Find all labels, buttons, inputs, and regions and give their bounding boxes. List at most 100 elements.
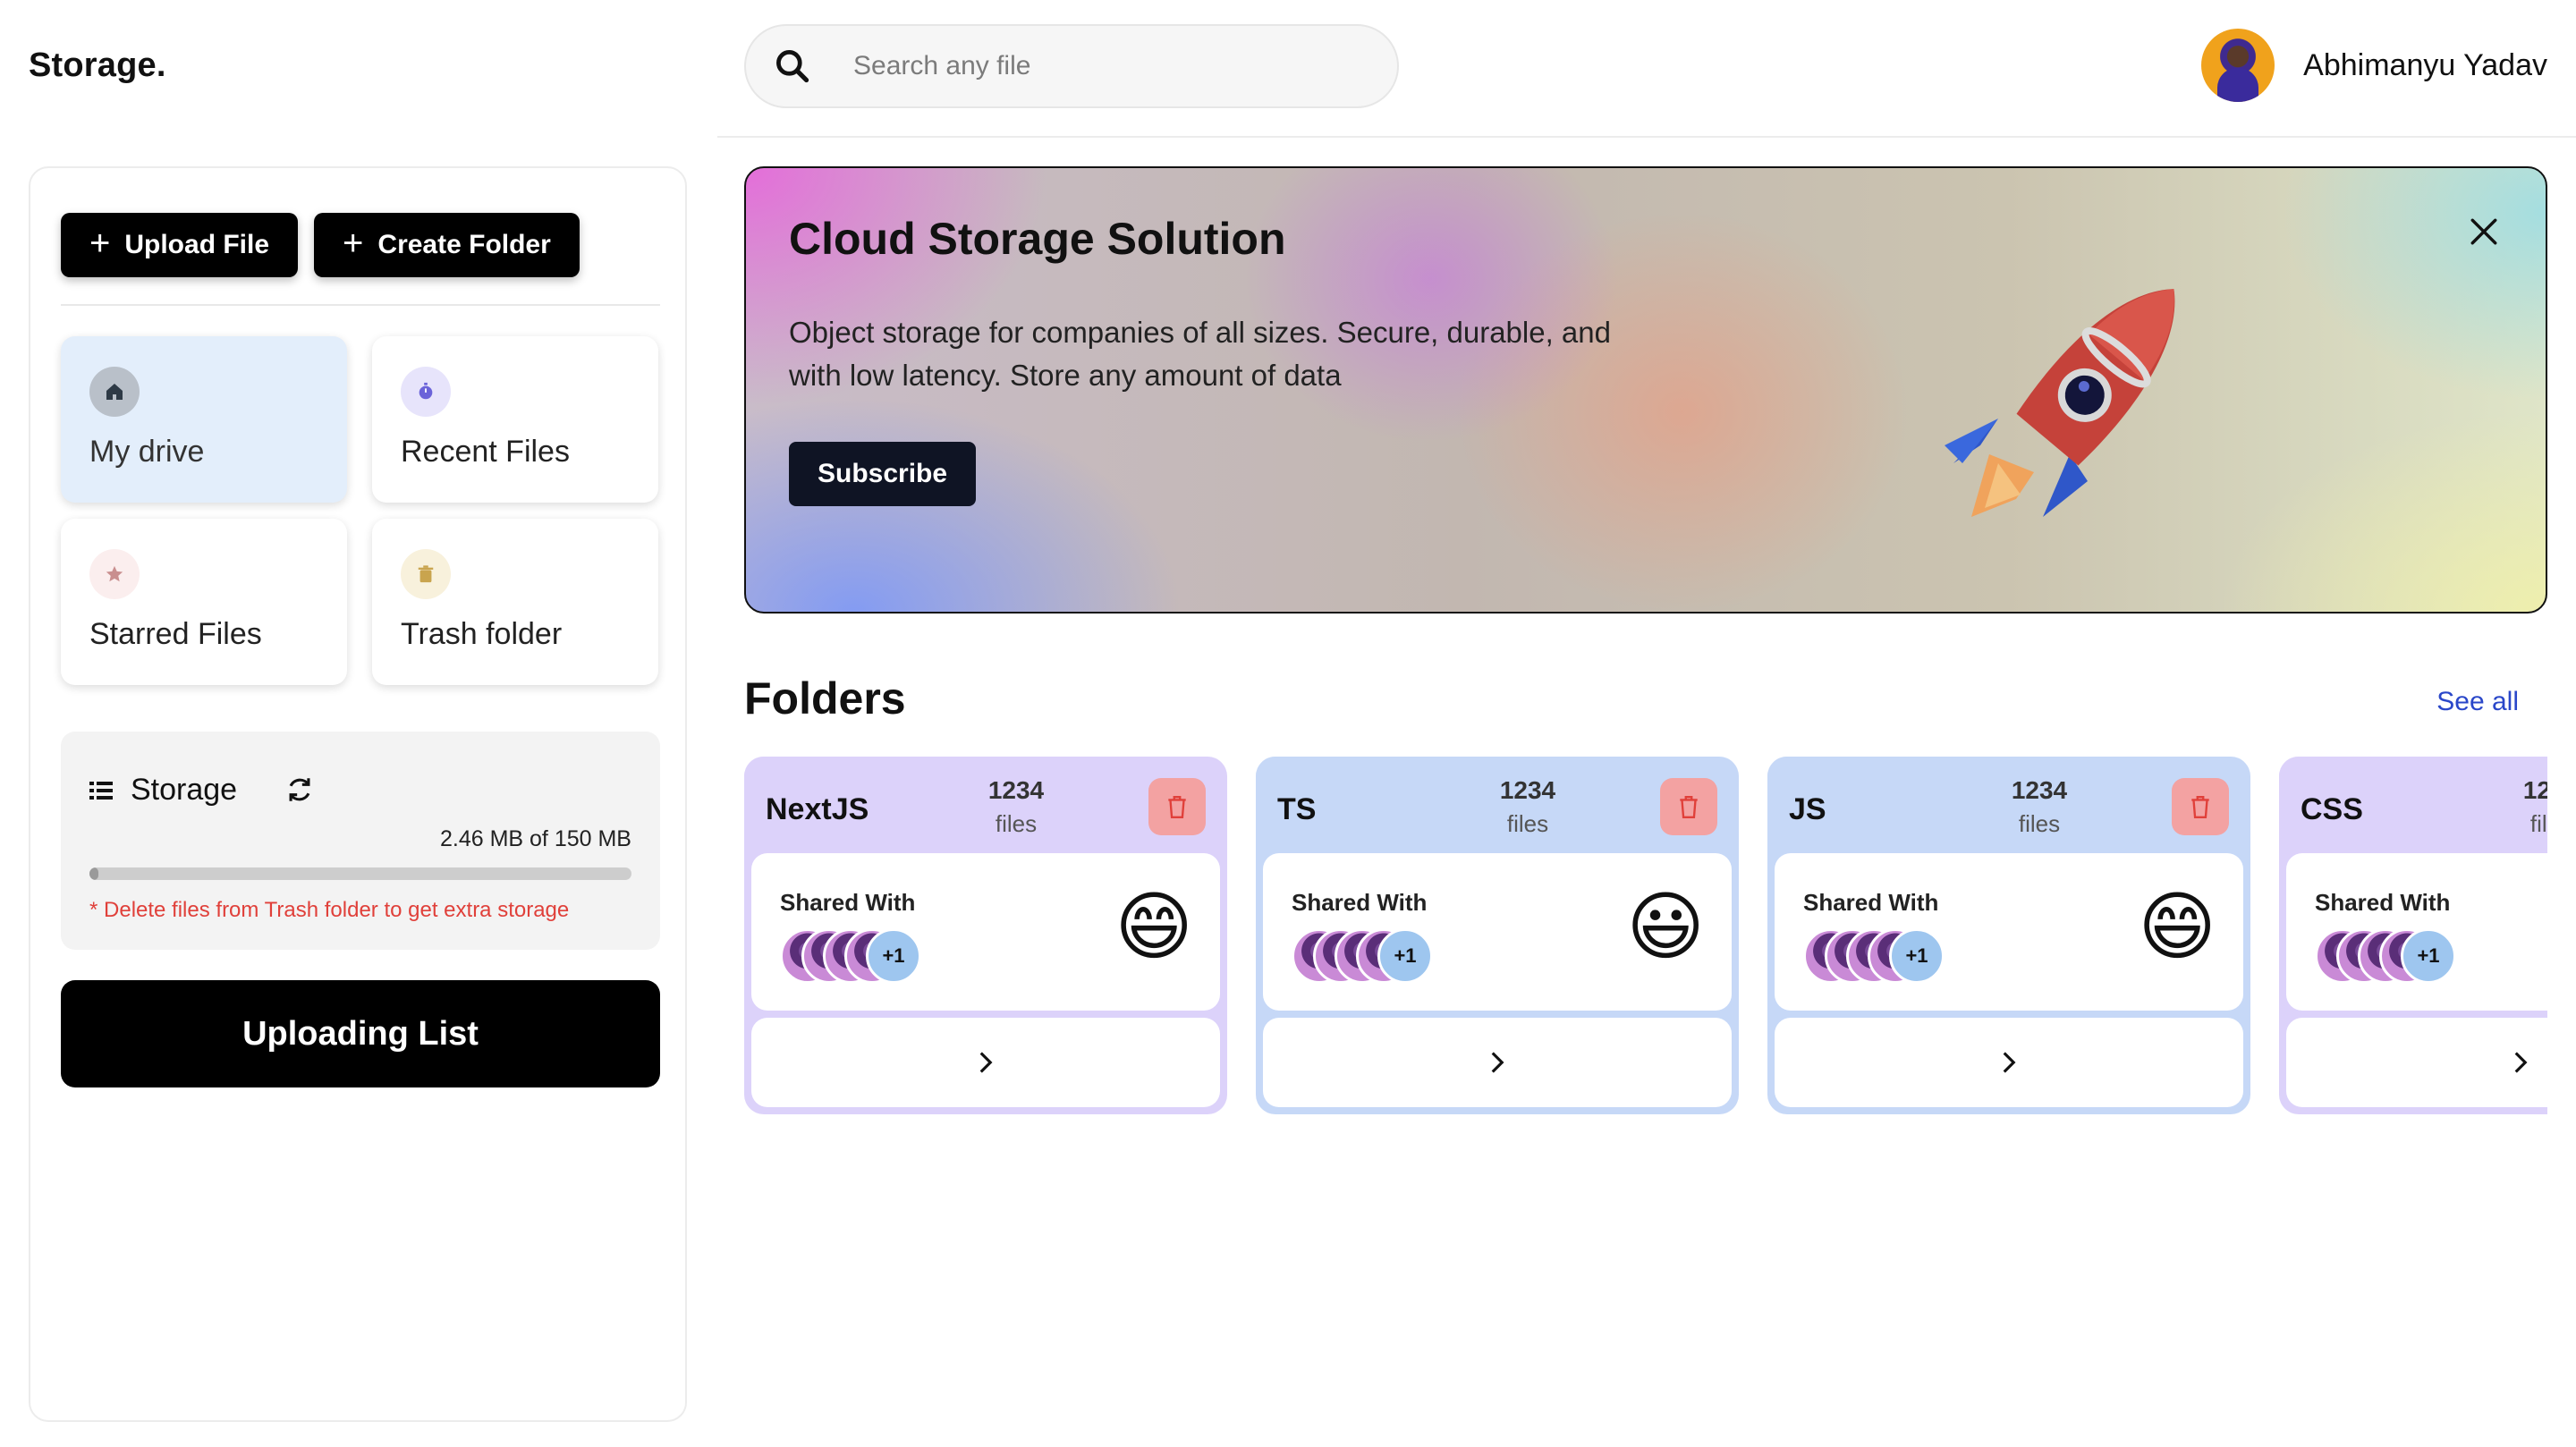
folder-shared-section: Shared With +1 😄 [751, 853, 1220, 1011]
storage-usage-text: 2.46 MB of 150 MB [439, 826, 631, 851]
trash-icon [401, 549, 451, 599]
nav-starred-files[interactable]: Starred Files [61, 519, 347, 685]
emoji-icon: 😃 [1626, 883, 1705, 970]
storage-panel: Storage 2.46 MB of 150 MB * Delete files… [61, 732, 660, 950]
folder-card[interactable]: CSS 1234 files Shared With [2279, 757, 2547, 1114]
banner-title: Cloud Storage Solution [789, 214, 1286, 264]
storage-progress-bar [89, 867, 631, 880]
user-profile[interactable]: Abhimanyu Yadav [2201, 29, 2547, 102]
upload-file-label: Upload File [124, 230, 270, 259]
rocket-illustration [1945, 289, 2175, 517]
chevron-right-icon [979, 1052, 993, 1073]
storage-list-icon [89, 781, 113, 800]
user-name: Abhimanyu Yadav [2303, 47, 2547, 82]
delete-folder-button[interactable] [1660, 778, 1717, 835]
home-icon [89, 367, 140, 417]
star-icon [89, 549, 140, 599]
close-icon[interactable] [2469, 216, 2499, 247]
file-count-number: 1234 [2011, 776, 2068, 804]
search-bar[interactable] [744, 24, 1399, 108]
storage-note: * Delete files from Trash folder to get … [89, 898, 570, 922]
file-count-number: 1234 [987, 776, 1045, 804]
sidebar-divider [61, 304, 660, 306]
storage-title: Storage [89, 773, 237, 808]
folders-carousel: NextJS 1234 files Shared With +1 😄 TS 12… [744, 757, 2547, 1114]
shared-with-label: Shared With [780, 889, 916, 916]
shared-avatars[interactable]: +1 [2315, 928, 2456, 984]
see-all-link[interactable]: See all [2436, 687, 2519, 717]
open-folder-button[interactable] [1775, 1018, 2243, 1107]
folders-heading: Folders [744, 673, 906, 724]
folder-file-count: 1234 files [980, 776, 1052, 838]
folder-shared-section: Shared With +1 😄 [2286, 853, 2547, 1011]
trash-icon [1680, 796, 1698, 819]
emoji-icon: 😄 [2138, 883, 2216, 970]
open-folder-button[interactable] [1263, 1018, 1732, 1107]
create-folder-button[interactable]: + Create Folder [314, 213, 580, 277]
shared-avatars[interactable]: +1 [780, 928, 921, 984]
folder-name: NextJS [766, 792, 869, 826]
chevron-right-icon [2003, 1052, 2016, 1073]
more-users-badge: +1 [1377, 928, 1433, 984]
file-count-number: 1234 [2522, 776, 2547, 804]
more-users-badge: +1 [2401, 928, 2456, 984]
app-root: Storage. Abhimanyu Yadav + Upload File +… [0, 0, 2576, 1447]
promo-banner: Cloud Storage Solution Object storage fo… [744, 166, 2547, 613]
nav-my-drive[interactable]: My drive [61, 336, 347, 503]
emoji-icon: 😄 [1114, 883, 1193, 970]
nav-recent-files[interactable]: Recent Files [372, 336, 658, 503]
clock-icon [401, 367, 451, 417]
folder-card[interactable]: TS 1234 files Shared With +1 😃 [1256, 757, 1739, 1114]
chevron-right-icon [2514, 1052, 2528, 1073]
nav-label: Trash folder [401, 617, 563, 651]
shared-with-label: Shared With [2315, 889, 2451, 916]
search-icon [776, 50, 809, 83]
more-users-badge: +1 [866, 928, 921, 984]
brand-logo: Storage. [29, 47, 166, 84]
nav-trash-folder[interactable]: Trash folder [372, 519, 658, 685]
more-users-badge: +1 [1889, 928, 1945, 984]
refresh-icon[interactable] [284, 774, 315, 805]
sidebar-actions: + Upload File + Create Folder [61, 213, 580, 277]
folder-shared-section: Shared With +1 😃 [1263, 853, 1732, 1011]
upload-file-button[interactable]: + Upload File [61, 213, 299, 277]
folder-name: CSS [2301, 792, 2363, 826]
file-count-label: files [2018, 810, 2061, 837]
open-folder-button[interactable] [2286, 1018, 2547, 1107]
sidebar: + Upload File + Create Folder My drive R… [29, 166, 687, 1422]
plus-icon: + [89, 224, 111, 263]
shared-with-label: Shared With [1803, 889, 1939, 916]
folder-card[interactable]: JS 1234 files Shared With +1 😄 [1767, 757, 2250, 1114]
subscribe-button[interactable]: Subscribe [789, 442, 977, 506]
create-folder-label: Create Folder [377, 230, 551, 259]
open-folder-button[interactable] [751, 1018, 1220, 1107]
nav-label: Recent Files [401, 435, 570, 469]
storage-title-text: Storage [131, 773, 238, 807]
folder-file-count: 1234 files [2515, 776, 2547, 838]
header-divider [717, 136, 2576, 138]
file-count-number: 1234 [1499, 776, 1556, 804]
folder-file-count: 1234 files [1492, 776, 1563, 838]
folder-shared-section: Shared With +1 😄 [1775, 853, 2243, 1011]
folder-name: TS [1277, 792, 1317, 826]
delete-folder-button[interactable] [2172, 778, 2229, 835]
folders-row: NextJS 1234 files Shared With +1 😄 TS 12… [744, 757, 2547, 1114]
folder-file-count: 1234 files [2004, 776, 2075, 838]
shared-avatars[interactable]: +1 [1803, 928, 1945, 984]
file-count-label: files [2529, 810, 2547, 837]
file-count-label: files [995, 810, 1038, 837]
delete-folder-button[interactable] [1148, 778, 1206, 835]
uploading-list-button[interactable]: Uploading List [61, 980, 660, 1087]
shared-with-label: Shared With [1292, 889, 1428, 916]
chevron-right-icon [1491, 1052, 1504, 1073]
trash-icon [1168, 796, 1186, 819]
nav-label: My drive [89, 435, 205, 469]
avatar[interactable] [2201, 29, 2275, 102]
folder-name: JS [1789, 792, 1826, 826]
folder-card[interactable]: NextJS 1234 files Shared With +1 😄 [744, 757, 1227, 1114]
search-input[interactable] [853, 51, 1354, 81]
file-count-label: files [1506, 810, 1549, 837]
trash-icon [2191, 796, 2209, 819]
nav-label: Starred Files [89, 617, 262, 651]
shared-avatars[interactable]: +1 [1292, 928, 1433, 984]
